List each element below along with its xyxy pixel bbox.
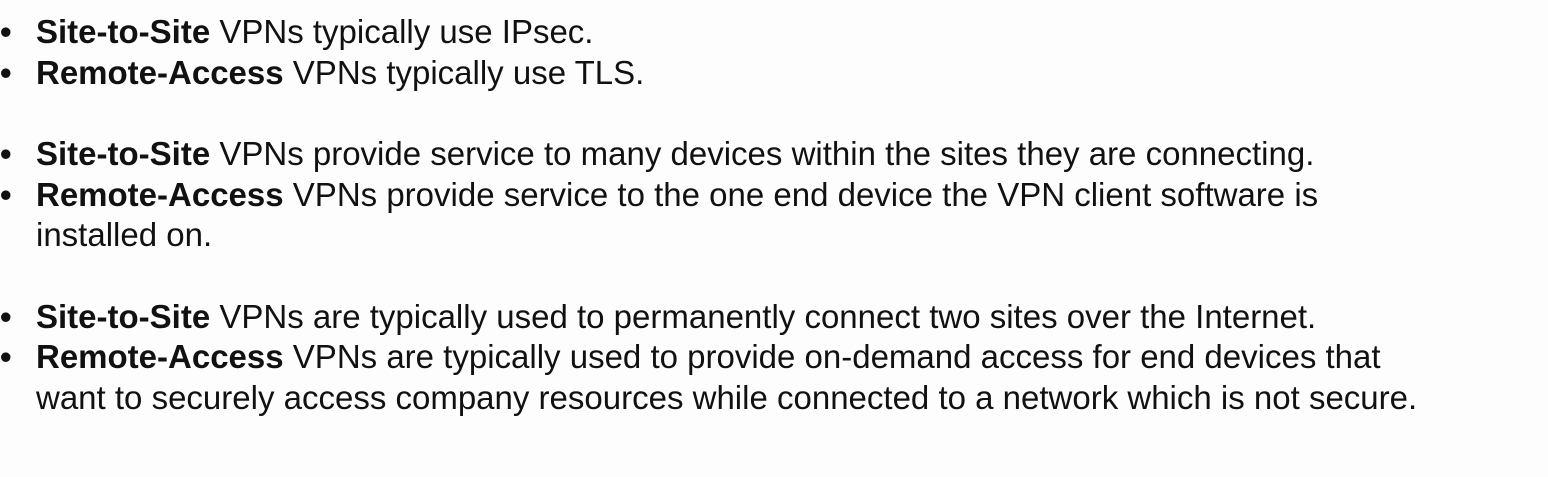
bullet-text-continuation: installed on.	[36, 216, 213, 253]
bullet-text: VPNs provide service to the one end devi…	[283, 175, 1319, 213]
bullet-group-usage: • Site-to-Site VPNs are typically used to…	[0, 297, 1548, 419]
bullet-text: VPNs are typically used to permanently c…	[210, 297, 1317, 335]
term-label: Remote-Access	[36, 53, 284, 91]
bullet-item: • Site-to-Site VPNs typically use IPsec.	[0, 12, 1548, 53]
term-label: Site-to-Site	[36, 297, 211, 335]
term-label: Remote-Access	[36, 338, 284, 375]
term-label: Site-to-Site	[36, 13, 211, 50]
bullet-icon: •	[0, 13, 12, 50]
bullet-icon: •	[0, 297, 12, 335]
bullet-text: VPNs provide service to many devices wit…	[210, 135, 1315, 172]
term-label: Remote-Access	[36, 175, 284, 213]
bullet-icon: •	[0, 135, 12, 172]
bullet-text-continuation: want to securely access company resource…	[36, 378, 1418, 416]
bullet-item: • Remote-Access VPNs provide service to t…	[0, 175, 1548, 256]
bullet-item: • Site-to-Site VPNs are typically used to…	[0, 297, 1548, 338]
bullet-group-protocols: • Site-to-Site VPNs typically use IPsec. …	[0, 12, 1548, 93]
term-label: Site-to-Site	[36, 135, 211, 172]
slide-content: • Site-to-Site VPNs typically use IPsec. …	[0, 12, 1548, 418]
bullet-item: • Remote-Access VPNs are typically used t…	[0, 337, 1548, 418]
bullet-icon: •	[0, 53, 12, 91]
bullet-group-service-scope: • Site-to-Site VPNs provide service to ma…	[0, 134, 1548, 256]
bullet-item: • Site-to-Site VPNs provide service to ma…	[0, 134, 1548, 175]
bullet-icon: •	[0, 338, 12, 375]
bullet-text: VPNs typically use IPsec.	[210, 13, 594, 50]
bullet-item: • Remote-Access VPNs typically use TLS.	[0, 53, 1548, 94]
bullet-text: VPNs typically use TLS.	[283, 53, 645, 91]
bullet-icon: •	[0, 175, 12, 213]
bullet-text: VPNs are typically used to provide on-de…	[283, 338, 1381, 375]
